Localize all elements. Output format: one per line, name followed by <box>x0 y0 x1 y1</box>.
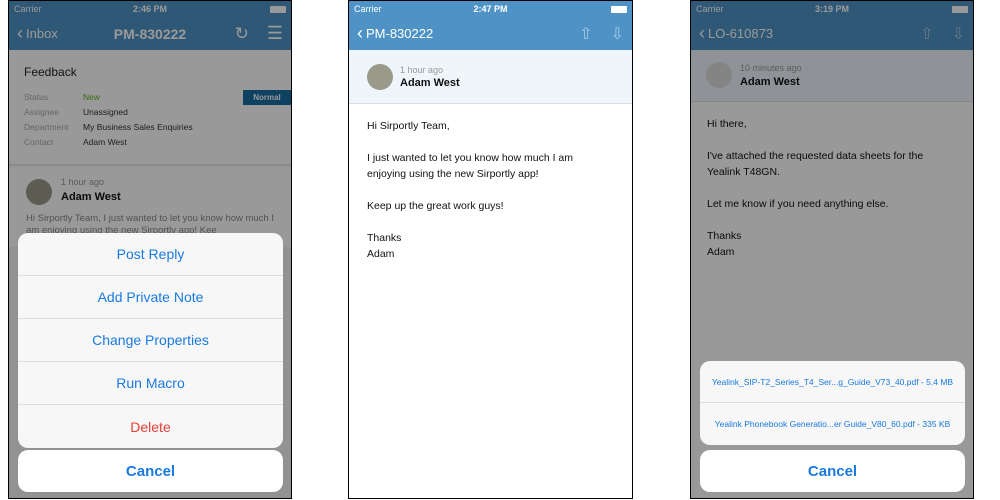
chevron-left-icon: ‹ <box>357 23 363 43</box>
back-button[interactable]: ‹ PM-830222 <box>357 23 433 44</box>
change-properties-button[interactable]: Change Properties <box>18 319 283 362</box>
attachment-item[interactable]: Yealink_SIP-T2_Series_T4_Ser...g_Guide_V… <box>700 361 965 403</box>
arrow-down-icon[interactable]: ⇩ <box>611 24 624 44</box>
attachment-sheet: Yealink_SIP-T2_Series_T4_Ser...g_Guide_V… <box>700 361 965 445</box>
nav-bar: ‹ PM-830222 ⇧ ⇩ <box>349 17 632 50</box>
avatar <box>367 64 393 90</box>
phone-attachments: Carrier 3:19 PM ‹ LO-610873 ⇧ ⇩ 10 minute… <box>690 0 974 499</box>
delete-button[interactable]: Delete <box>18 405 283 448</box>
post-reply-button[interactable]: Post Reply <box>18 233 283 276</box>
action-sheet: Post Reply Add Private Note Change Prope… <box>18 233 283 448</box>
phone-message-detail: Carrier 2:47 PM ‹ PM-830222 ⇧ ⇩ 1 hour ag… <box>348 0 633 499</box>
run-macro-button[interactable]: Run Macro <box>18 362 283 405</box>
status-bar: Carrier 2:47 PM <box>349 1 632 17</box>
add-private-note-button[interactable]: Add Private Note <box>18 276 283 319</box>
message-body: Hi Sirportly Team, I just wanted to let … <box>367 120 574 260</box>
arrow-up-icon[interactable]: ⇧ <box>579 24 592 44</box>
attachment-item[interactable]: Yealink Phonebook Generatio...er Guide_V… <box>700 403 965 445</box>
cancel-button[interactable]: Cancel <box>18 450 283 492</box>
phone-ticket-actions: Carrier 2:46 PM ‹ Inbox PM-830222 ↻ ☰ Fee… <box>8 0 292 499</box>
message-header: 1 hour ago Adam West <box>349 50 632 104</box>
cancel-button[interactable]: Cancel <box>700 450 965 492</box>
